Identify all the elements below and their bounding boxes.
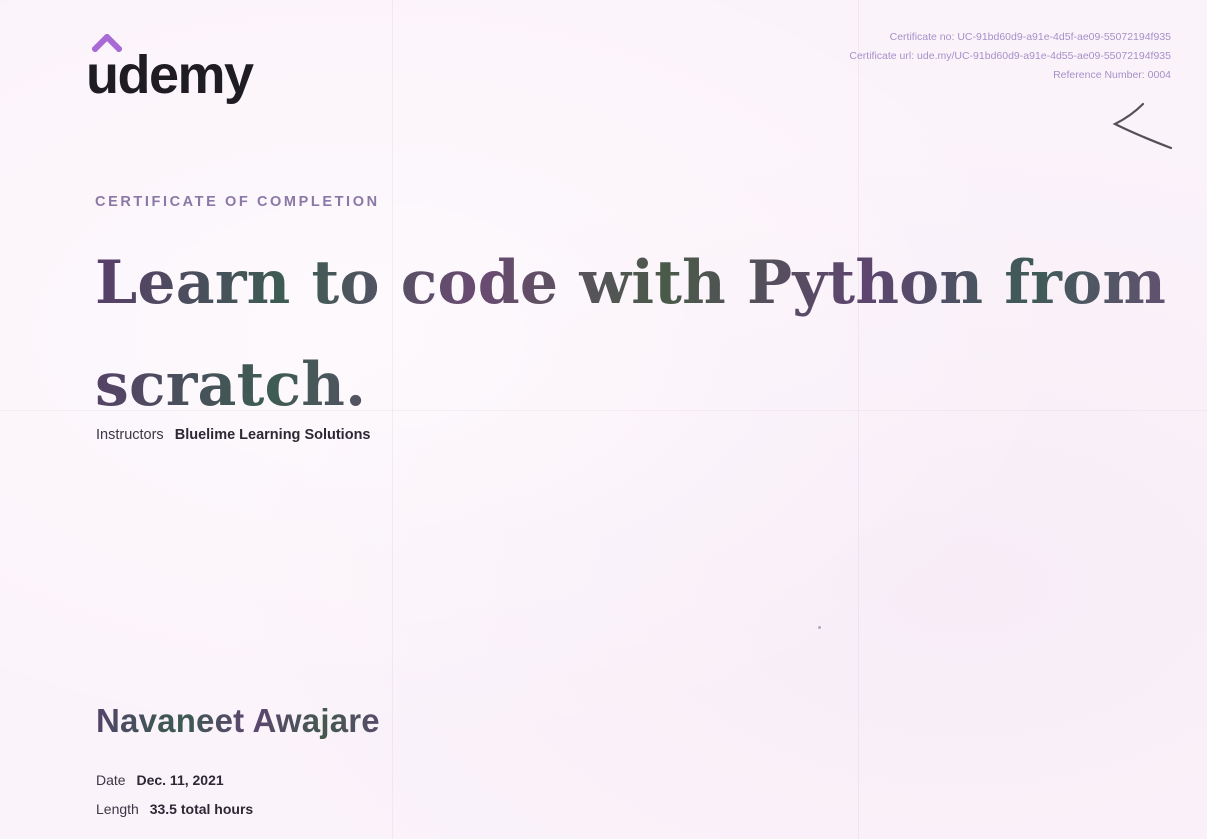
logo-wordmark: udemy [86,45,254,105]
instructors-row: Instructors Bluelime Learning Solutions [96,427,371,443]
certificate-url[interactable]: Certificate url: ude.my/UC-91bd60d9-a91e… [849,47,1171,66]
course-title-line-2: scratch. [95,350,367,420]
length-row: Length 33.5 total hours [96,801,253,817]
certificate-kicker: CERTIFICATE OF COMPLETION [95,194,380,210]
date-label: Date [96,772,126,788]
udemy-logo: udemy [86,34,296,114]
handwritten-check-icon [1112,102,1173,150]
reference-number: Reference Number: 0004 [1053,69,1171,81]
course-title: Learn to code with Python from scratch. [95,232,1175,436]
certificate-meta: Certificate no: UC-91bd60d9-a91e-4d5f-ae… [849,28,1171,85]
paper-speck [818,626,821,629]
certificate-number: Certificate no: UC-91bd60d9-a91e-4d5f-ae… [889,31,1171,43]
instructors-value: Bluelime Learning Solutions [174,427,371,443]
date-value: Dec. 11, 2021 [136,772,224,788]
course-title-line-1: Learn to code with Python from [95,248,1166,318]
length-value: 33.5 total hours [149,801,254,817]
recipient-name: Navaneet Awajare [96,702,380,739]
length-label: Length [96,801,139,817]
date-row: Date Dec. 11, 2021 [96,772,224,788]
certificate-page: udemy Certificate no: UC-91bd60d9-a91e-4… [0,0,1207,839]
instructors-label: Instructors [96,427,164,443]
